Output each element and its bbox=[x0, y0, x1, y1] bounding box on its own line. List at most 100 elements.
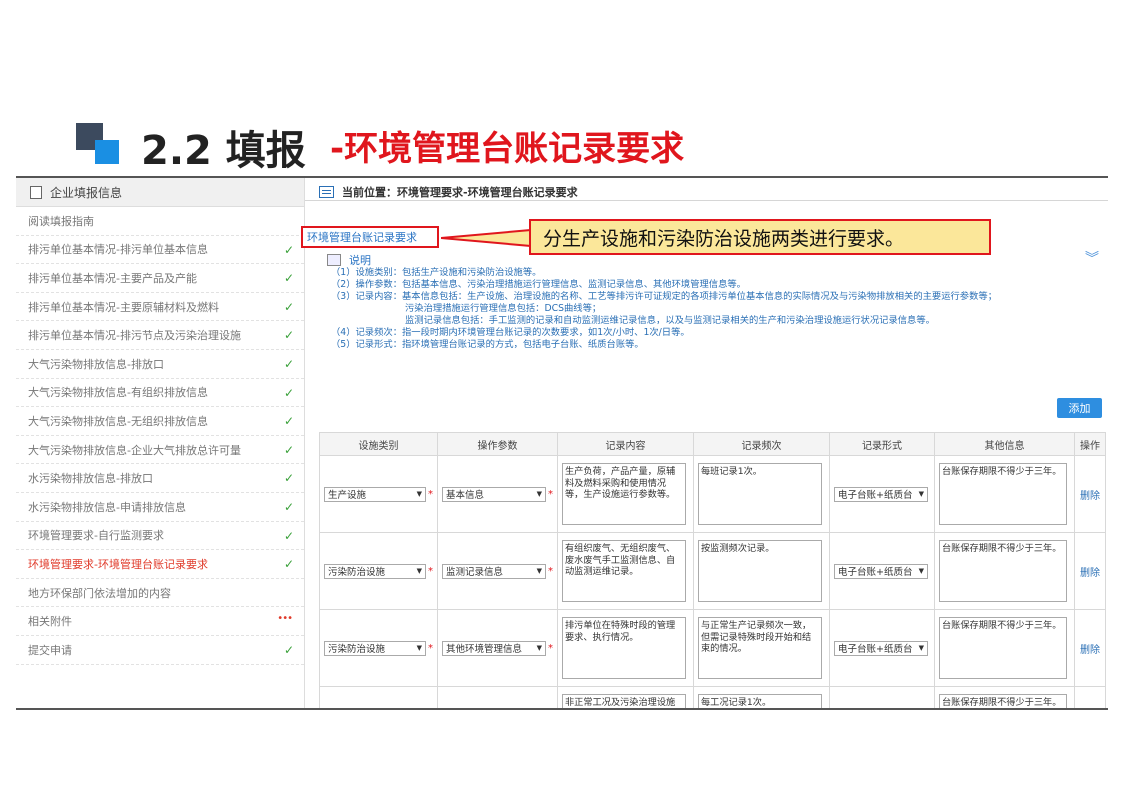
breadcrumb-divider bbox=[305, 200, 1108, 201]
check-icon: ✓ bbox=[283, 328, 294, 343]
sidebar-item[interactable]: 排污单位基本情况-排污节点及污染治理设施 ✓ bbox=[16, 321, 304, 350]
form-value: 电子台账+纸质台 bbox=[838, 490, 913, 501]
sidebar-item[interactable]: 水污染物排放信息-申请排放信息 ✓ bbox=[16, 493, 304, 522]
sidebar-item[interactable]: 排污单位基本情况-主要产品及产能 ✓ bbox=[16, 264, 304, 293]
dropdown-arrow-icon: ▼ bbox=[416, 644, 422, 652]
form-select[interactable]: 电子台账+纸质台 ▼ bbox=[834, 563, 928, 579]
sidebar-item-label: 环境管理要求-环境管理台账记录要求 bbox=[28, 557, 208, 571]
delete-link[interactable]: 删除 bbox=[1079, 564, 1101, 579]
category-cell: 生产设施 ▼ * bbox=[319, 455, 438, 533]
content-textarea[interactable]: 有组织废气、无组织废气、废水废气手工监测信息、自动监测运维记录。 bbox=[562, 540, 686, 602]
sidebar-item-label: 地方环保部门依法增加的内容 bbox=[28, 586, 171, 600]
sidebar-item[interactable]: 地方环保部门依法增加的内容 bbox=[16, 579, 304, 608]
category-cell: 污染防治设施 ▼ * bbox=[319, 609, 438, 687]
form-cell: 电子台账+纸质台 ▼ bbox=[829, 455, 935, 533]
sidebar-item[interactable]: 大气污染物排放信息-无组织排放信息 ✓ bbox=[16, 407, 304, 436]
sidebar-item[interactable]: 大气污染物排放信息-有组织排放信息 ✓ bbox=[16, 379, 304, 408]
sidebar-header-label: 企业填报信息 bbox=[50, 185, 123, 200]
sidebar-item-label: 阅读填报指南 bbox=[28, 214, 94, 228]
sidebar-item-label: 环境管理要求-自行监测要求 bbox=[28, 529, 164, 543]
sidebar-item-label: 相关附件 bbox=[28, 615, 72, 629]
other-textarea[interactable]: 台账保存期限不得少于三年。 bbox=[939, 617, 1067, 679]
category-select[interactable]: 污染防治设施 ▼ bbox=[324, 563, 426, 579]
note-line: （4）记录频次：指一段时期内环境管理台账记录的次数要求，如1次/小时、1次/日等… bbox=[331, 327, 690, 338]
column-header: 记录形式 bbox=[829, 432, 935, 456]
freq-cell: 与正常生产记录频次一致，但需记录特殊时段开始和结束的情况。 bbox=[693, 609, 830, 687]
expand-icon[interactable]: ︾ bbox=[1085, 248, 1099, 268]
param-select[interactable]: 监测记录信息 ▼ bbox=[442, 563, 546, 579]
other-textarea[interactable]: 台账保存期限不得少于三年。 bbox=[939, 463, 1067, 525]
other-textarea[interactable]: 台账保存期限不得少于三年。 bbox=[939, 540, 1067, 602]
other-cell: 台账保存期限不得少于三年。 bbox=[934, 686, 1075, 710]
sidebar-item-label: 提交申请 bbox=[28, 643, 72, 657]
column-header: 其他信息 bbox=[934, 432, 1075, 456]
sidebar-item[interactable]: 阅读填报指南 bbox=[16, 207, 304, 236]
frame-bottom-line bbox=[16, 708, 1108, 710]
sidebar-item[interactable]: 提交申请 ✓ bbox=[16, 636, 304, 665]
delete-link[interactable]: 删除 bbox=[1079, 487, 1101, 502]
sidebar-item[interactable]: 相关附件 ••• bbox=[16, 607, 304, 636]
delete-link[interactable]: 删除 bbox=[1079, 641, 1101, 656]
required-mark: * bbox=[548, 488, 553, 500]
table-row: 污染防治设施 ▼ * 监测记录信息 ▼ * 有组织废气、无组织废气、废水废气手工监测信息、自… bbox=[319, 532, 1106, 610]
dropdown-arrow-icon: ▼ bbox=[918, 644, 924, 652]
sidebar-item[interactable]: 排污单位基本情况-排污单位基本信息 ✓ bbox=[16, 236, 304, 265]
callout-pointer bbox=[441, 228, 532, 248]
slide-title-number: 2.2 填报 bbox=[141, 128, 306, 174]
param-select[interactable]: 基本信息 ▼ bbox=[442, 486, 546, 502]
category-value: 生产设施 bbox=[328, 490, 367, 501]
content-textarea[interactable]: 排污单位在特殊时段的管理要求、执行情况。 bbox=[562, 617, 686, 679]
sidebar-item[interactable]: 排污单位基本情况-主要原辅材料及燃料 ✓ bbox=[16, 293, 304, 322]
dropdown-arrow-icon: ▼ bbox=[536, 490, 542, 498]
breadcrumb-text: 当前位置：环境管理要求-环境管理台账记录要求 bbox=[342, 186, 578, 199]
sidebar-item-label: 排污单位基本情况-排污单位基本信息 bbox=[28, 243, 208, 257]
form-value: 电子台账+纸质台 bbox=[838, 644, 913, 655]
other-cell: 台账保存期限不得少于三年。 bbox=[934, 532, 1075, 610]
freq-cell: 每工况记录1次。 bbox=[693, 686, 830, 710]
content-cell: 非正常工况及污染治理设施异常情况记录信息。 bbox=[557, 686, 694, 710]
column-header: 操作 bbox=[1074, 432, 1106, 456]
freq-textarea[interactable]: 每班记录1次。 bbox=[698, 463, 822, 525]
required-mark: * bbox=[548, 565, 553, 577]
content-cell: 生产负荷，产品产量，原辅料及燃料采购和使用情况等，生产设施运行参数等。 bbox=[557, 455, 694, 533]
note-line: （3）记录内容：基本信息包括：生产设施、治理设施的名称、工艺等排污许可证规定的各… bbox=[331, 291, 997, 302]
content-cell: 有组织废气、无组织废气、废水废气手工监测信息、自动监测运维记录。 bbox=[557, 532, 694, 610]
action-cell: 删除 bbox=[1074, 455, 1106, 533]
sidebar-item[interactable]: 环境管理要求-自行监测要求 ✓ bbox=[16, 522, 304, 551]
sidebar-item[interactable]: 大气污染物排放信息-排放口 ✓ bbox=[16, 350, 304, 379]
sidebar-item[interactable]: 环境管理要求-环境管理台账记录要求 ✓ bbox=[16, 550, 304, 579]
param-cell: 其他环境管理信息▼* bbox=[437, 686, 558, 710]
sidebar-item[interactable]: 大气污染物排放信息-企业大气排放总许可量 ✓ bbox=[16, 436, 304, 465]
required-mark: * bbox=[428, 642, 433, 654]
check-icon: ✓ bbox=[283, 242, 294, 257]
dropdown-arrow-icon: ▼ bbox=[536, 567, 542, 575]
sidebar: 企业填报信息 阅读填报指南 排污单位基本情况-排污单位基本信息 ✓ 排污单位基本情况-… bbox=[16, 178, 305, 708]
content-textarea[interactable]: 生产负荷，产品产量，原辅料及燃料采购和使用情况等，生产设施运行参数等。 bbox=[562, 463, 686, 525]
section-label[interactable]: 环境管理台账记录要求 bbox=[301, 226, 439, 248]
main-panel: 当前位置：环境管理要求-环境管理台账记录要求 环境管理台账记录要求 分生产设施和… bbox=[301, 178, 1108, 710]
category-select[interactable]: 污染防治设施 ▼ bbox=[324, 640, 426, 656]
form-select[interactable]: 电子台账+纸质台 ▼ bbox=[834, 640, 928, 656]
freq-textarea[interactable]: 与正常生产记录频次一致，但需记录特殊时段开始和结束的情况。 bbox=[698, 617, 822, 679]
sidebar-item-label: 大气污染物排放信息-无组织排放信息 bbox=[28, 414, 208, 428]
sidebar-item-label: 排污单位基本情况-主要产品及产能 bbox=[28, 271, 197, 285]
callout-box: 分生产设施和污染防治设施两类进行要求。 bbox=[529, 219, 991, 255]
form-cell: 电子台账+纸质台 ▼ bbox=[829, 532, 935, 610]
freq-textarea[interactable]: 按监测频次记录。 bbox=[698, 540, 822, 602]
form-select[interactable]: 电子台账+纸质台 ▼ bbox=[834, 486, 928, 502]
action-cell: 删除 bbox=[1074, 532, 1106, 610]
note-line: 监测记录信息包括：手工监测的记录和自动监测运维记录信息，以及与监测记录相关的生产… bbox=[405, 315, 935, 326]
note-line: （2）操作参数：包括基本信息、污染治理措施运行管理信息、监测记录信息、其他环境管… bbox=[331, 279, 746, 290]
sidebar-item[interactable]: 水污染物排放信息-排放口 ✓ bbox=[16, 464, 304, 493]
dropdown-arrow-icon: ▼ bbox=[416, 567, 422, 575]
add-button[interactable]: 添加 bbox=[1057, 398, 1102, 418]
required-mark: * bbox=[428, 488, 433, 500]
param-value: 其他环境管理信息 bbox=[446, 644, 523, 655]
check-icon: ✓ bbox=[283, 528, 294, 543]
param-select[interactable]: 其他环境管理信息 ▼ bbox=[442, 640, 546, 656]
note-line: （1）设施类别：包括生产设施和污染防治设施等。 bbox=[331, 267, 542, 278]
table-header-row: 设施类别 操作参数 记录内容 记录频次 记录形式 其他信息 操作 bbox=[319, 432, 1106, 456]
freq-cell: 每班记录1次。 bbox=[693, 455, 830, 533]
category-value: 污染防治设施 bbox=[328, 567, 386, 578]
category-select[interactable]: 生产设施 ▼ bbox=[324, 486, 426, 502]
